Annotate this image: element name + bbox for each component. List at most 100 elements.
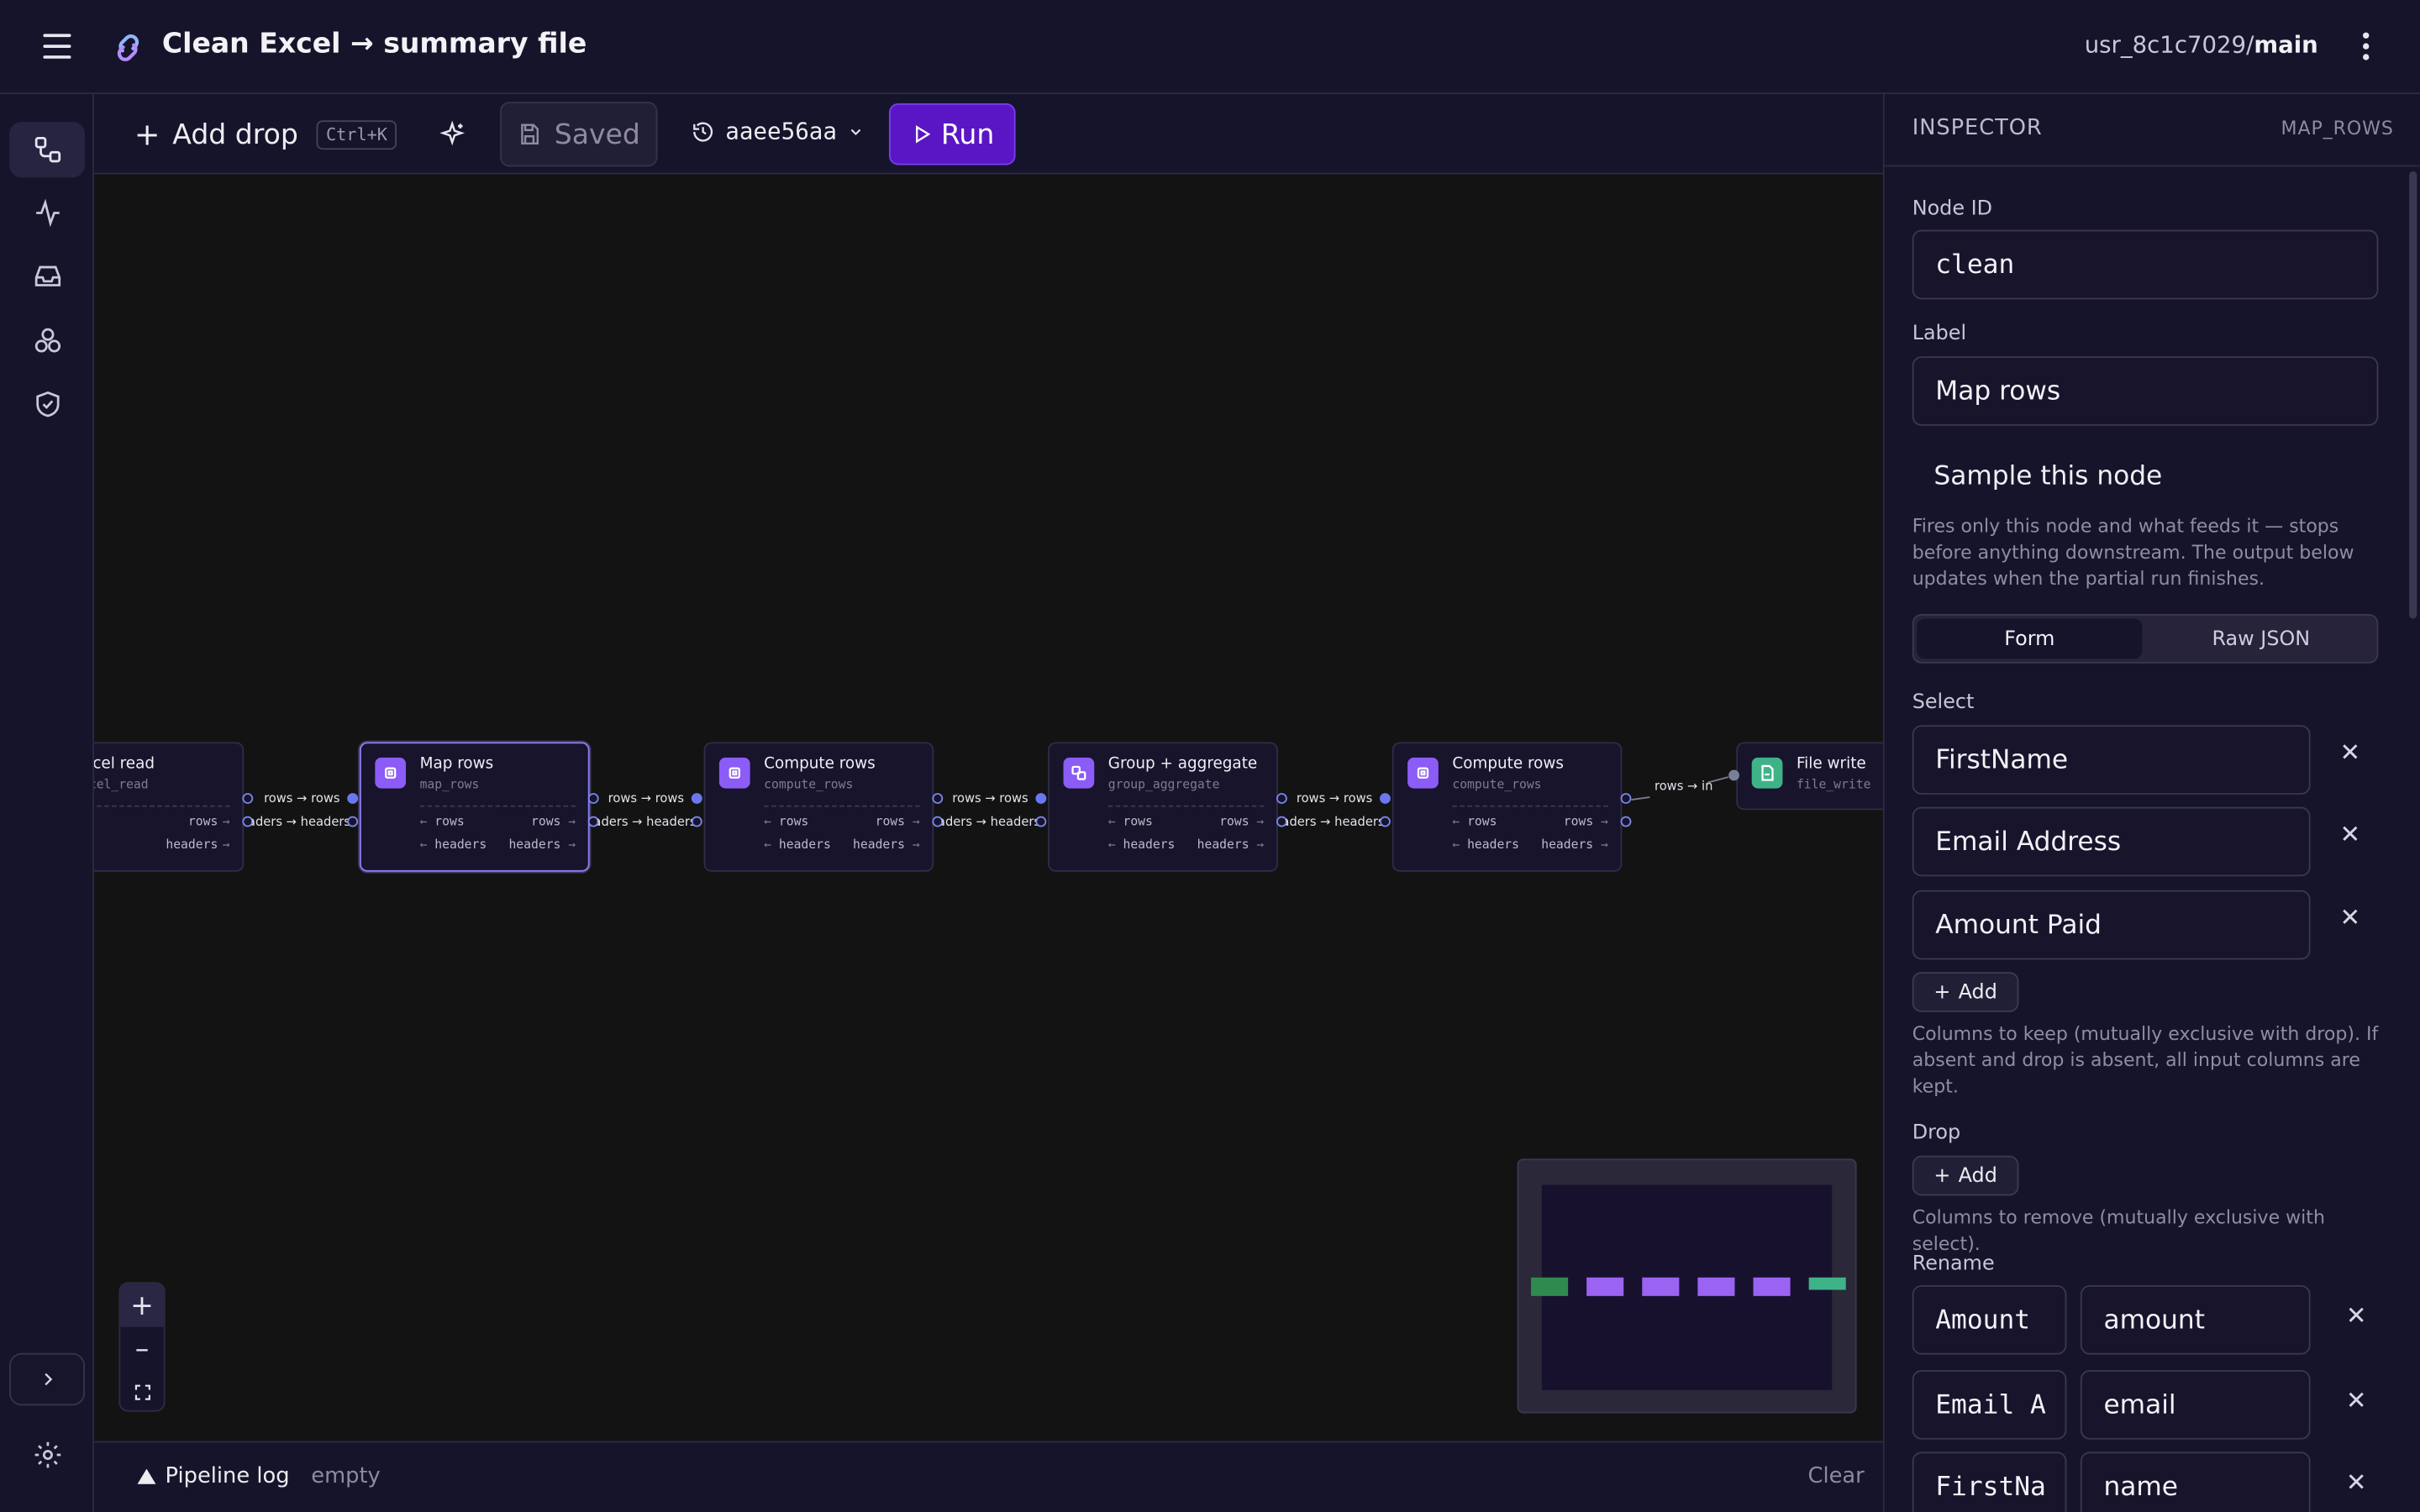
- input-port[interactable]: [347, 816, 359, 827]
- node-type: compute_rows: [1452, 777, 1542, 792]
- node-id-label: Node ID: [1912, 197, 1993, 221]
- minimap-node: [1531, 1277, 1569, 1296]
- input-port[interactable]: [1380, 816, 1391, 827]
- user-id: usr_8c1c7029/: [2084, 30, 2254, 59]
- port-row: ← headers headers →: [1107, 837, 1265, 852]
- output-port[interactable]: [587, 793, 599, 804]
- inbox-icon[interactable]: [9, 249, 85, 304]
- add-select-button[interactable]: + Add: [1912, 972, 2019, 1012]
- select-column-input[interactable]: Email Address: [1912, 806, 2311, 877]
- rename-from-input[interactable]: FirstNa: [1912, 1452, 2067, 1512]
- node-map-rows[interactable]: Map rows map_rows ← rows rows → ← headers…: [359, 742, 590, 872]
- node-type: group_aggregate: [1107, 777, 1220, 792]
- settings-icon[interactable]: [9, 1427, 85, 1483]
- input-port[interactable]: [1035, 793, 1047, 804]
- port-row: headers →: [166, 837, 230, 852]
- input-port[interactable]: [1035, 816, 1047, 827]
- node-id-input[interactable]: clean: [1912, 229, 2379, 300]
- output-port[interactable]: [1276, 793, 1287, 804]
- port-row: ← rows rows →: [419, 814, 576, 829]
- rename-from-input[interactable]: Amount: [1912, 1284, 2067, 1355]
- node-type: map_rows: [419, 777, 480, 792]
- components-icon[interactable]: [9, 313, 85, 369]
- close-icon[interactable]: ✕: [2339, 819, 2360, 848]
- rename-to-input[interactable]: email: [2080, 1370, 2311, 1440]
- output-port[interactable]: [1620, 816, 1632, 827]
- select-label: Select: [1912, 690, 1975, 715]
- close-icon[interactable]: ✕: [2346, 1467, 2367, 1497]
- pipeline-icon[interactable]: [9, 122, 86, 178]
- warning-triangle-icon: [137, 1468, 156, 1484]
- edge-label: headers → headers: [1286, 814, 1385, 829]
- input-port[interactable]: [1380, 793, 1391, 804]
- more-vert-icon[interactable]: [2361, 32, 2370, 60]
- close-icon[interactable]: ✕: [2346, 1385, 2367, 1415]
- sparkle-icon[interactable]: [439, 120, 466, 148]
- node-file-write[interactable]: File write file_write: [1736, 742, 1883, 811]
- close-icon[interactable]: ✕: [2339, 902, 2360, 932]
- add-drop-column-button[interactable]: + Add: [1912, 1155, 2019, 1196]
- inspector-header: INSPECTOR MAP_ROWS: [1884, 94, 2420, 167]
- node-title: Excel read: [94, 755, 155, 774]
- fit-view-icon[interactable]: [120, 1370, 163, 1413]
- input-port[interactable]: [347, 793, 359, 804]
- node-excel-read[interactable]: Excel read excel_read rows→ headers→: [94, 742, 245, 872]
- log-title: Pipeline log: [165, 1464, 290, 1489]
- edge-label: rows → rows: [1296, 791, 1373, 806]
- node-group-aggregate[interactable]: Group + aggregate group_aggregate ← rows…: [1048, 742, 1278, 872]
- pipeline-canvas[interactable]: Excel read excel_read rows→ headers→ Map…: [94, 174, 1883, 1441]
- tab-raw-json[interactable]: Raw JSON: [2149, 619, 2374, 659]
- activity-icon[interactable]: [9, 185, 85, 240]
- saved-button[interactable]: Saved: [500, 102, 658, 167]
- input-port[interactable]: [691, 816, 702, 827]
- user-branch[interactable]: usr_8c1c7029/main: [2085, 31, 2318, 59]
- zoom-out-icon[interactable]: –: [120, 1327, 163, 1370]
- rename-from-input[interactable]: Email A: [1912, 1370, 2067, 1440]
- plus-icon: +: [1933, 980, 1951, 1004]
- input-port[interactable]: [1728, 769, 1739, 781]
- shield-icon[interactable]: [9, 376, 85, 432]
- sample-node-button[interactable]: Sample this node: [1933, 461, 2162, 492]
- out-port-label: headers: [853, 837, 905, 852]
- chevron-right-icon[interactable]: [9, 1352, 86, 1406]
- zoom-in-icon[interactable]: +: [120, 1284, 164, 1327]
- label-input[interactable]: Map rows: [1912, 356, 2379, 426]
- port-row: ← headers headers →: [1452, 837, 1608, 852]
- tab-form[interactable]: Form: [1917, 618, 2143, 659]
- saved-label: Saved: [554, 118, 640, 151]
- cpu-icon: [1407, 757, 1439, 789]
- pipeline-log-toggle[interactable]: Pipeline log empty: [137, 1464, 381, 1489]
- select-column-input[interactable]: Amount Paid: [1912, 890, 2311, 960]
- add-drop-button[interactable]: + Add drop Ctrl+K: [134, 113, 397, 155]
- input-port[interactable]: [691, 793, 702, 804]
- select-column-input[interactable]: FirstName: [1912, 725, 2311, 795]
- port-row: ← rows rows →: [764, 814, 920, 829]
- rename-to-input[interactable]: name: [2080, 1452, 2311, 1512]
- out-port-label: headers: [1197, 837, 1249, 852]
- close-icon[interactable]: ✕: [2339, 738, 2360, 767]
- menu-icon[interactable]: [43, 34, 71, 59]
- minimap-node: [1697, 1277, 1735, 1296]
- node-compute-rows[interactable]: Compute rows compute_rows ← rows rows → ←…: [703, 742, 934, 872]
- plus-icon: +: [1933, 1163, 1951, 1188]
- select-help: Columns to keep (mutually exclusive with…: [1912, 1022, 2379, 1097]
- out-port-label: rows: [1219, 814, 1249, 829]
- port-row: rows →: [187, 814, 230, 829]
- in-port-label: headers: [1123, 837, 1176, 852]
- in-port-label: headers: [778, 837, 831, 852]
- minimap[interactable]: [1517, 1158, 1857, 1414]
- close-icon[interactable]: ✕: [2346, 1300, 2367, 1330]
- clear-log-button[interactable]: Clear: [1807, 1464, 1864, 1488]
- node-type: compute_rows: [764, 777, 854, 792]
- output-port[interactable]: [932, 793, 944, 804]
- output-port[interactable]: [242, 793, 254, 804]
- add-label: Add: [1958, 1163, 1997, 1188]
- label-label: Label: [1912, 322, 1967, 346]
- inspector-scrollbar[interactable]: [2409, 171, 2417, 619]
- node-compute-rows-2[interactable]: Compute rows compute_rows ← rows rows → ←…: [1392, 742, 1623, 872]
- port-row: ← headers headers →: [764, 837, 920, 852]
- version-dropdown[interactable]: aaee56aa: [692, 118, 865, 145]
- output-port[interactable]: [1620, 793, 1632, 804]
- run-button[interactable]: Run: [888, 103, 1016, 165]
- rename-to-input[interactable]: amount: [2080, 1284, 2311, 1355]
